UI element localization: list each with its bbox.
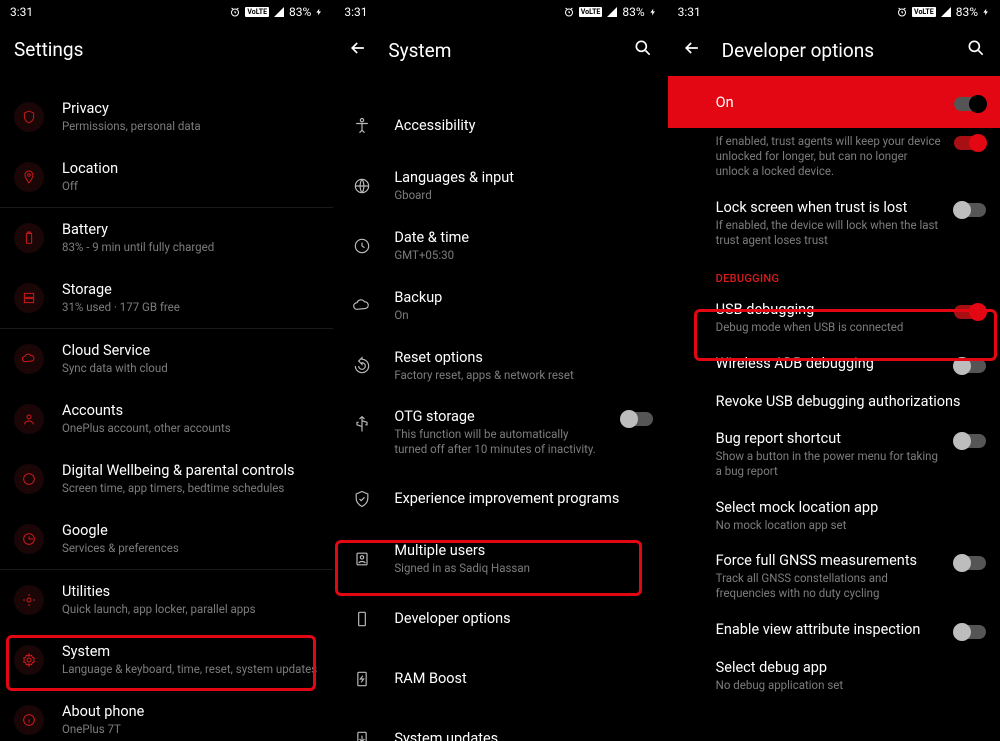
charging-icon xyxy=(649,6,657,18)
row-cloud[interactable]: Cloud ServiceSync data with cloud xyxy=(0,329,333,389)
gnss-toggle[interactable] xyxy=(954,556,986,570)
volte-icon: VoLTE xyxy=(245,7,269,17)
charging-icon xyxy=(315,6,323,18)
reset-icon xyxy=(348,352,376,380)
clock: 3:31 xyxy=(344,5,367,19)
usb-debugging-toggle[interactable] xyxy=(954,305,986,319)
search-icon[interactable] xyxy=(633,38,653,62)
accessibility-icon xyxy=(348,112,376,140)
screen-developer: 3:31 VoLTE 83% Developer options On If e… xyxy=(667,0,1000,741)
row-revoke-auth[interactable]: Revoke USB debugging authorizations xyxy=(668,383,1000,420)
back-icon[interactable] xyxy=(348,38,368,62)
battery-text: 83% xyxy=(956,5,978,19)
person-icon xyxy=(14,404,44,434)
download-icon xyxy=(348,725,376,741)
signal-icon xyxy=(940,6,952,18)
row-about[interactable]: About phoneOnePlus 7T xyxy=(0,690,333,741)
info-icon xyxy=(14,705,44,735)
alarm-icon xyxy=(229,6,241,18)
battery-text: 83% xyxy=(622,5,644,19)
tools-icon xyxy=(14,585,44,615)
status-bar: 3:31 VoLTE 83% xyxy=(0,0,333,24)
row-accessibility[interactable]: Accessibility xyxy=(334,96,666,156)
charging-icon xyxy=(982,6,990,18)
status-bar: 3:31 VoLTE 83% xyxy=(668,0,1000,24)
volte-icon: VoLTE xyxy=(579,7,603,17)
users-icon xyxy=(348,545,376,573)
row-users[interactable]: Multiple usersSigned in as Sadiq Hassan xyxy=(334,529,666,589)
page-title: Settings xyxy=(0,24,333,69)
row-developer-options[interactable]: Developer options xyxy=(334,589,666,649)
page-title: System xyxy=(388,39,612,62)
otg-toggle[interactable] xyxy=(621,412,653,426)
row-ram-boost[interactable]: RAM Boost xyxy=(334,649,666,709)
cloud-icon xyxy=(14,344,44,374)
globe-icon xyxy=(348,172,376,200)
cloud-icon xyxy=(348,292,376,320)
google-icon xyxy=(14,524,44,554)
shield-check-icon xyxy=(348,485,376,513)
gear-icon xyxy=(14,645,44,675)
row-datetime[interactable]: Date & timeGMT+05:30 xyxy=(334,216,666,276)
signal-icon xyxy=(273,6,285,18)
battery-icon xyxy=(14,223,44,253)
storage-icon xyxy=(14,283,44,313)
usb-icon xyxy=(348,410,376,438)
back-icon[interactable] xyxy=(682,38,702,62)
volte-icon: VoLTE xyxy=(912,7,936,17)
row-lock-trust[interactable]: Lock screen when trust is lostIf enabled… xyxy=(668,189,1000,258)
row-trust-extend[interactable]: If enabled, trust agents will keep your … xyxy=(668,128,1000,189)
row-battery[interactable]: Battery83% - 9 min until fully charged xyxy=(0,208,333,268)
section-debugging: DEBUGGING xyxy=(668,258,1000,291)
signal-icon xyxy=(606,6,618,18)
row-otg[interactable]: OTG storageThis function will be automat… xyxy=(334,396,666,469)
row-view-attr[interactable]: Enable view attribute inspection xyxy=(668,611,1000,649)
row-languages[interactable]: Languages & inputGboard xyxy=(334,156,666,216)
location-icon xyxy=(14,162,44,192)
page-title: Developer options xyxy=(722,39,946,62)
view-attr-toggle[interactable] xyxy=(954,625,986,639)
wireless-adb-toggle[interactable] xyxy=(954,359,986,373)
row-system[interactable]: SystemLanguage & keyboard, time, reset, … xyxy=(0,630,333,690)
screen-system: 3:31 VoLTE 83% System Accessibility Lang… xyxy=(333,0,666,741)
row-accounts[interactable]: AccountsOnePlus account, other accounts xyxy=(0,389,333,449)
clock: 3:31 xyxy=(678,5,701,19)
master-toggle-banner[interactable]: On xyxy=(668,76,1000,128)
row-google[interactable]: GoogleServices & preferences xyxy=(0,509,333,569)
shield-icon xyxy=(14,102,44,132)
row-experience[interactable]: Experience improvement programs xyxy=(334,469,666,529)
trust-extend-toggle[interactable] xyxy=(954,136,986,150)
row-privacy[interactable]: PrivacyPermissions, personal data xyxy=(0,87,333,147)
row-utilities[interactable]: UtilitiesQuick launch, app locker, paral… xyxy=(0,570,333,630)
speed-icon xyxy=(348,665,376,693)
alarm-icon xyxy=(896,6,908,18)
row-bug-report[interactable]: Bug report shortcutShow a button in the … xyxy=(668,420,1000,489)
screen-settings: 3:31 VoLTE 83% Settings PrivacyPermissio… xyxy=(0,0,333,741)
search-icon[interactable] xyxy=(966,38,986,62)
bug-report-toggle[interactable] xyxy=(954,434,986,448)
row-updates[interactable]: System updates xyxy=(334,709,666,741)
row-reset[interactable]: Reset optionsFactory reset, apps & netwo… xyxy=(334,336,666,396)
row-mock-location[interactable]: Select mock location appNo mock location… xyxy=(668,489,1000,543)
row-debug-app[interactable]: Select debug appNo debug application set xyxy=(668,649,1000,703)
battery-text: 83% xyxy=(289,5,311,19)
master-toggle[interactable] xyxy=(954,97,986,111)
row-storage[interactable]: Storage31% used · 177 GB free xyxy=(0,268,333,328)
row-wellbeing[interactable]: Digital Wellbeing & parental controlsScr… xyxy=(0,449,333,509)
row-location[interactable]: LocationOff xyxy=(0,147,333,207)
row-usb-debugging[interactable]: USB debuggingDebug mode when USB is conn… xyxy=(668,291,1000,345)
lock-trust-toggle[interactable] xyxy=(954,203,986,217)
wellbeing-icon xyxy=(14,464,44,494)
status-bar: 3:31 VoLTE 83% xyxy=(334,0,666,24)
phone-icon xyxy=(348,605,376,633)
row-gnss[interactable]: Force full GNSS measurementsTrack all GN… xyxy=(668,542,1000,611)
alarm-icon xyxy=(563,6,575,18)
clock-icon xyxy=(348,232,376,260)
clock: 3:31 xyxy=(10,5,33,19)
row-backup[interactable]: BackupOn xyxy=(334,276,666,336)
row-wireless-adb[interactable]: Wireless ADB debugging xyxy=(668,345,1000,383)
